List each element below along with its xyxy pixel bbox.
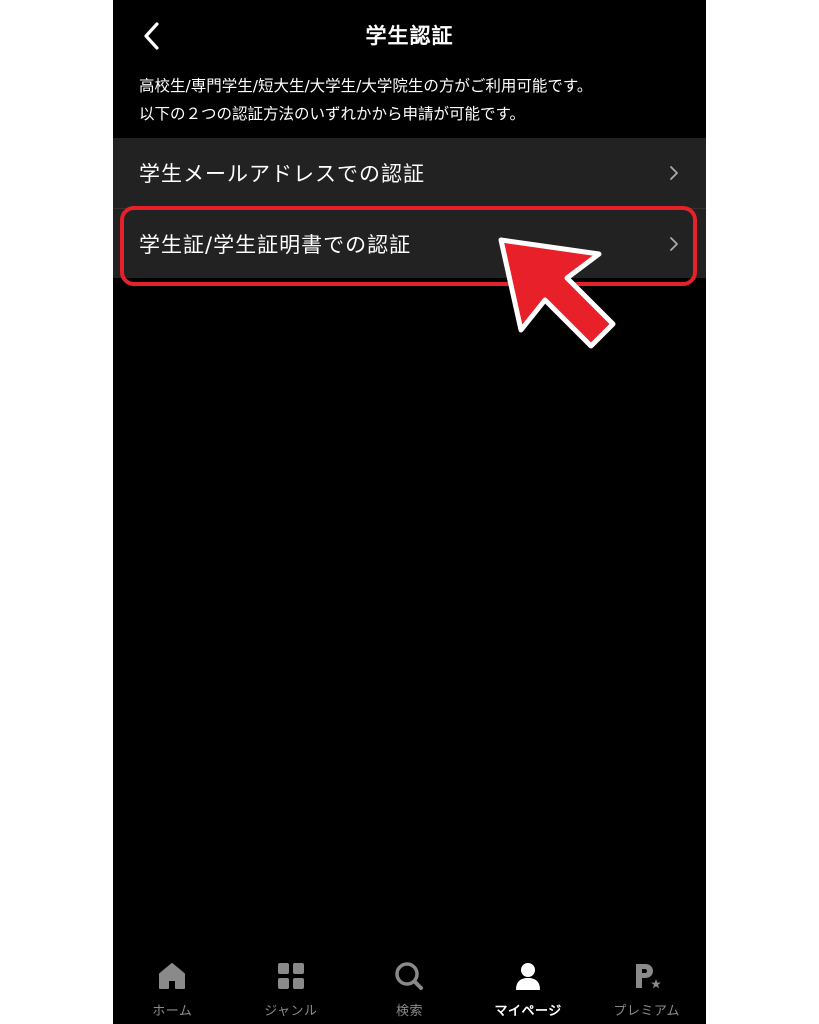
option-label: 学生メールアドレスでの認証 <box>139 162 425 186</box>
page-title: 学生認証 <box>365 24 454 48</box>
header: 学生認証 <box>113 0 706 72</box>
tab-label: マイページ <box>494 1004 562 1019</box>
description: 高校生/専門学生/短大生/大学生/大学院生の方がご利用可能です。 以下の２つの認… <box>139 72 699 128</box>
tab-label: ホーム <box>152 1004 193 1019</box>
grid-icon <box>277 963 304 989</box>
verification-options: 学生メールアドレスでの認証 学生証/学生証明書での認証 <box>113 138 706 278</box>
tab-premium[interactable]: プレミアム <box>587 948 706 1024</box>
tab-label: 検索 <box>395 1004 423 1019</box>
app-screen: 学生認証 高校生/専門学生/短大生/大学生/大学院生の方がご利用可能です。 以下… <box>113 0 706 1024</box>
premium-icon <box>635 964 661 989</box>
tab-label: プレミアム <box>613 1004 680 1019</box>
home-icon <box>159 963 186 989</box>
chevron-right-icon <box>670 166 678 180</box>
search-icon <box>395 962 424 990</box>
tab-genre[interactable]: ジャンル <box>232 948 351 1024</box>
description-line-1: 高校生/専門学生/短大生/大学生/大学院生の方がご利用可能です。 <box>139 77 593 95</box>
person-icon <box>516 963 541 990</box>
tab-bar: ホーム ジャンル 検索 マイページ プレミアム <box>113 948 706 1024</box>
chevron-right-icon <box>670 236 678 251</box>
option-label: 学生証/学生証明書での認証 <box>139 232 412 257</box>
tab-home[interactable]: ホーム <box>113 948 232 1024</box>
tab-search[interactable]: 検索 <box>350 948 469 1024</box>
student-id-verification-option[interactable]: 学生証/学生証明書での認証 <box>113 208 706 278</box>
tab-label: ジャンル <box>264 1004 318 1019</box>
email-verification-option[interactable]: 学生メールアドレスでの認証 <box>113 138 706 208</box>
tab-mypage[interactable]: マイページ <box>469 948 588 1024</box>
description-line-2: 以下の２つの認証方法のいずれかから申請が可能です。 <box>139 105 525 123</box>
